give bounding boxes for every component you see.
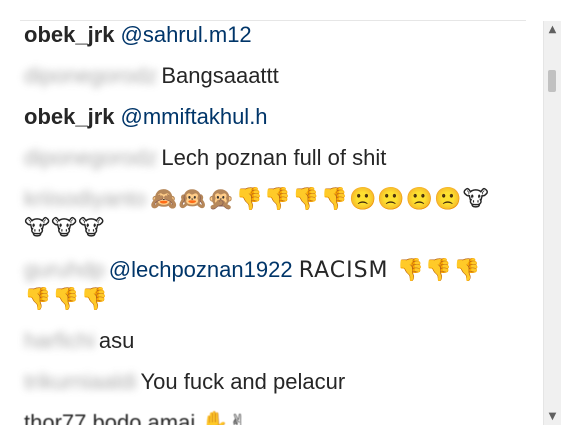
scroll-down-icon[interactable]: ▼ <box>544 408 561 425</box>
comment-list[interactable]: obek_jrk @sahrul.m12 diponegorodz Bangsaaa… <box>0 21 540 425</box>
comment-item: trikurniaaldi You fuck and pelacur <box>24 368 500 396</box>
comment-item: obek_jrk @mmiftakhul.h <box>24 103 500 131</box>
comment-item-partial: thor77 bodo amai ✋✌ <box>24 409 500 425</box>
comment-mention[interactable]: @mmiftakhul.h <box>121 104 268 129</box>
comment-mention[interactable]: @lechpoznan1922 <box>109 257 293 282</box>
comment-text-partial: thor77 bodo amai ✋✌ <box>24 410 248 425</box>
comment-username[interactable]: obek_jrk <box>24 22 115 47</box>
comment-item: guruhdp @lechpoznan1922 RACISM 👎👎👎👎👎👎 <box>24 256 500 314</box>
comment-username-blurred[interactable]: diponegorodz <box>24 62 157 90</box>
scrollbar-thumb[interactable] <box>548 70 556 92</box>
comment-username-blurred[interactable]: kriisodiyanto <box>24 185 146 213</box>
comment-text: Bangsaaattt <box>161 63 279 88</box>
comments-panel: obek_jrk @sahrul.m12 diponegorodz Bangsaaa… <box>0 0 561 425</box>
comment-item: diponegorodz Bangsaaattt <box>24 62 500 90</box>
comment-item: harfichi asu <box>24 327 500 355</box>
comment-username[interactable]: obek_jrk <box>24 104 115 129</box>
scroll-up-icon[interactable]: ▲ <box>544 21 561 38</box>
comment-text: Lech poznan full of shit <box>161 145 387 170</box>
comment-username-blurred[interactable]: trikurniaaldi <box>24 368 137 396</box>
comment-username-blurred[interactable]: guruhdp <box>24 256 105 284</box>
comment-item: diponegorodz Lech poznan full of shit <box>24 144 500 172</box>
comment-username-blurred[interactable]: diponegorodz <box>24 144 157 172</box>
comment-text: You fuck and pelacur <box>140 369 346 394</box>
comment-item: obek_jrk @sahrul.m12 <box>24 21 500 49</box>
comment-item: kriisodiyanto 🙈🙉🙊👎👎👎👎🙁🙁🙁🙁🐮🐮🐮🐮 <box>24 185 500 243</box>
vertical-scrollbar[interactable]: ▲ ▼ <box>543 21 561 425</box>
comment-username-blurred[interactable]: harfichi <box>24 327 95 355</box>
comment-mention[interactable]: @sahrul.m12 <box>121 22 252 47</box>
comment-text: asu <box>98 328 135 353</box>
